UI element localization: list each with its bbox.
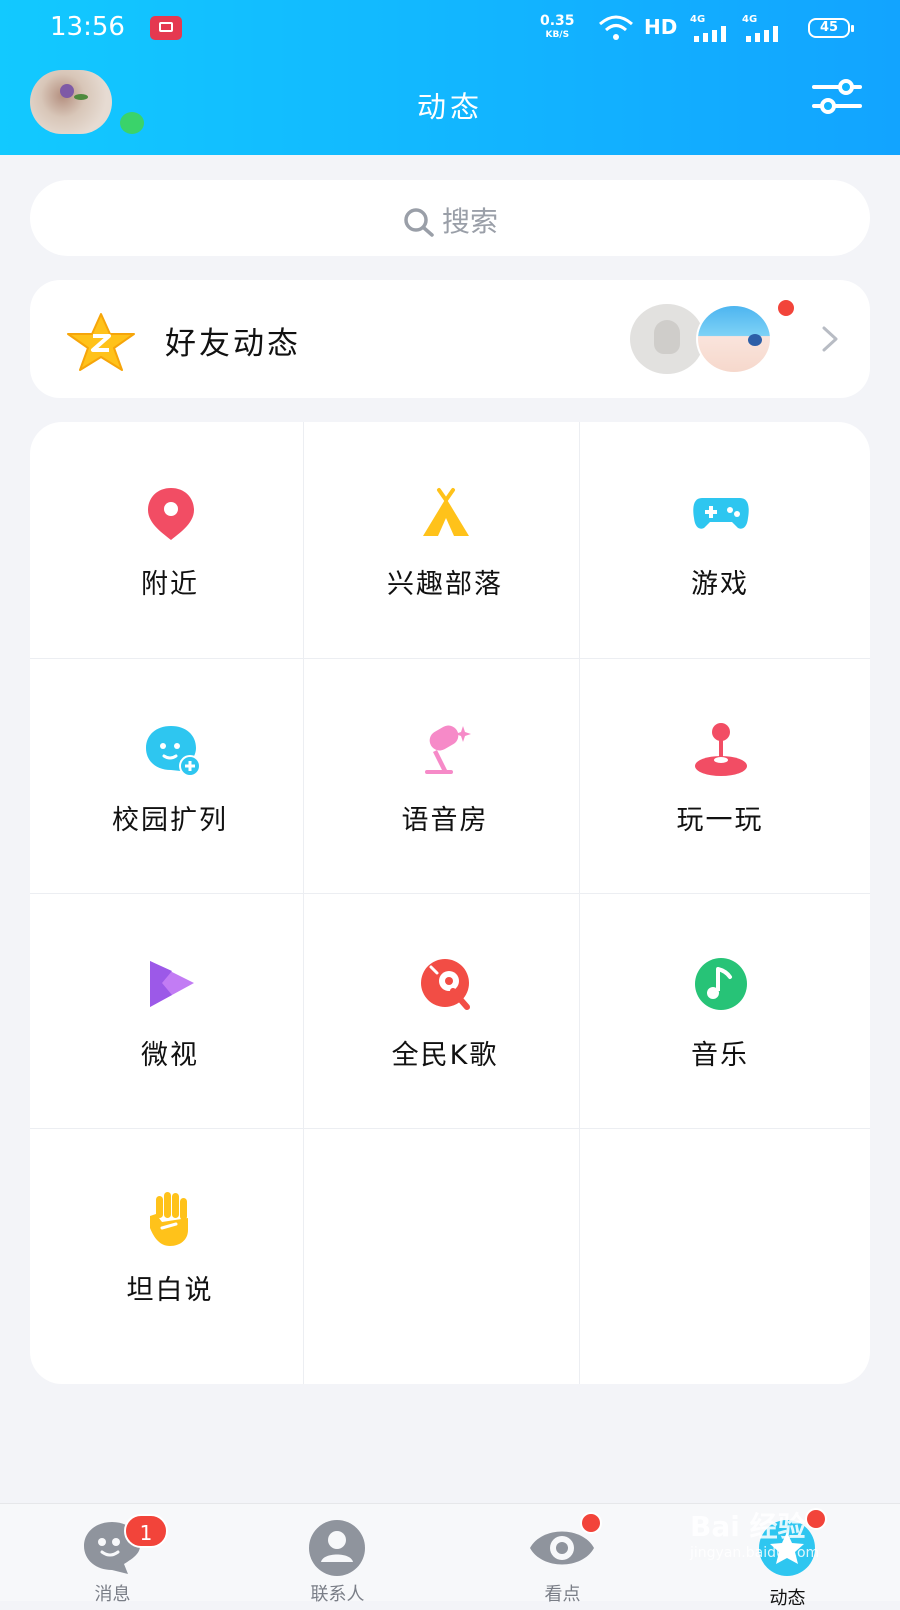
gamepad-icon [693, 498, 749, 529]
tab-kandian[interactable]: 看点 [450, 1504, 675, 1605]
page-title: 动态 [416, 90, 483, 124]
friends-feed-label: 好友动态 [165, 326, 301, 362]
grid-item-play[interactable]: 玩一玩 [580, 658, 860, 898]
search-content: 搜索 [30, 200, 870, 240]
network-speed: 0.35 KB/S [540, 13, 575, 40]
qzone-star-icon [67, 313, 135, 371]
grid-item-voice-room[interactable]: 语音房 [305, 658, 585, 898]
grid-item-label: 玩一玩 [676, 805, 764, 836]
joystick-icon [695, 723, 747, 776]
screen-record-icon [150, 16, 182, 40]
grid-item-label: 语音房 [401, 805, 489, 836]
grid-item-campus[interactable]: 校园扩列 [30, 658, 310, 898]
grid-item-confess[interactable]: 坦白说 [30, 1128, 310, 1368]
watermark: Bai 经验 jingyan.baidu.com [690, 1510, 820, 1561]
grid-item-weishi[interactable]: 微视 [30, 893, 310, 1133]
tab-messages[interactable]: 1 消息 [0, 1504, 225, 1605]
chevron-right-icon [822, 326, 838, 352]
location-pin-icon [148, 488, 194, 540]
grid-item-games[interactable]: 游戏 [580, 422, 860, 662]
tab-label: 看点 [544, 1584, 581, 1605]
search-bar[interactable]: 搜索 [30, 180, 870, 256]
friends-feed-card[interactable]: 好友动态 [30, 280, 870, 398]
grid-item-label: 音乐 [691, 1040, 749, 1071]
status-time: 13:56 [50, 12, 125, 42]
grid-item-label: 兴趣部落 [387, 569, 503, 600]
grid-item-label: 微视 [141, 1040, 199, 1071]
new-activity-dot [776, 298, 796, 318]
chat-bubble-plus-icon [146, 726, 200, 777]
tab-contacts[interactable]: 联系人 [225, 1504, 450, 1605]
grid-item-label: 全民K歌 [391, 1040, 499, 1071]
hand-icon [150, 1192, 188, 1246]
play-icon [150, 961, 194, 1007]
grid-item-nearby[interactable]: 附近 [30, 422, 310, 662]
new-dot [580, 1512, 602, 1534]
friend-avatar-default [630, 304, 704, 374]
karaoke-icon [421, 959, 470, 1010]
grid-item-music[interactable]: 音乐 [580, 893, 860, 1133]
unread-count-badge: 1 [124, 1514, 168, 1548]
header-bar: 13:56 0.35 KB/S HD 4G 4G 45 动态 [0, 0, 900, 155]
friend-avatar-anime [696, 304, 772, 374]
grid-item-label: 校园扩列 [112, 805, 228, 836]
settings-sliders-icon[interactable] [812, 78, 862, 116]
grid-item-label: 游戏 [691, 569, 749, 600]
wifi-icon [599, 15, 633, 40]
tab-label: 动态 [769, 1588, 806, 1609]
search-placeholder: 搜索 [441, 205, 498, 238]
grid-item-karaoke[interactable]: 全民K歌 [305, 893, 585, 1133]
battery-icon: 45 [808, 18, 854, 38]
contact-person-icon [309, 1520, 365, 1576]
hd-indicator: HD [644, 15, 678, 39]
microphone-icon [425, 725, 471, 774]
tab-label: 联系人 [310, 1584, 365, 1605]
grid-item-label: 坦白说 [126, 1275, 214, 1306]
grid-item-interest-tribe[interactable]: 兴趣部落 [305, 422, 585, 662]
feature-grid: 附近 兴趣部落 游戏 校园扩列 语音房 玩一玩 微视 全民K歌 音乐 坦白说 [30, 422, 870, 1384]
music-note-icon [695, 958, 747, 1010]
tent-icon [423, 488, 469, 536]
status-bar: 13:56 0.35 KB/S HD 4G 4G 45 [0, 0, 900, 60]
tab-label: 消息 [94, 1584, 131, 1605]
grid-item-label: 附近 [141, 569, 199, 600]
search-icon [404, 208, 434, 237]
